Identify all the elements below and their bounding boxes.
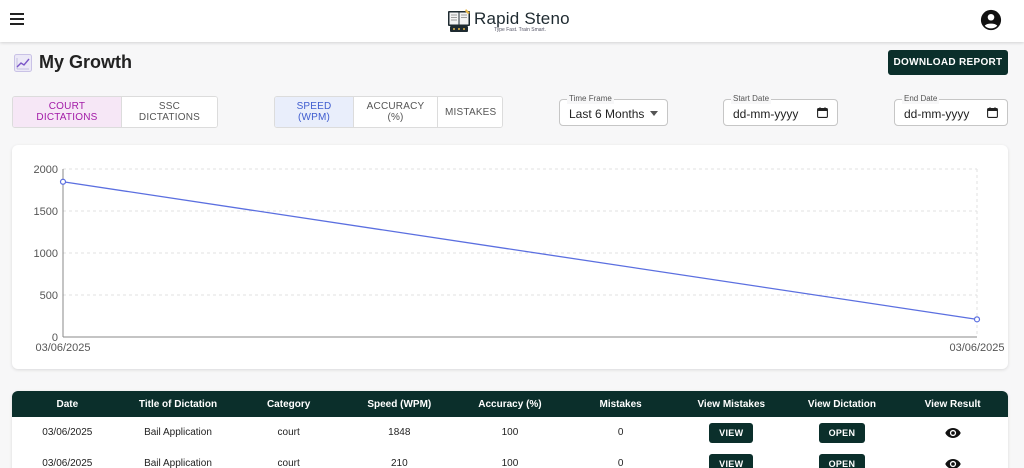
data-point [59, 178, 67, 185]
column-header-title: Title of Dictation [138, 398, 218, 410]
brand-tagline: Type Fast. Train Smart. [494, 26, 546, 33]
data-point [973, 316, 981, 323]
end-date-field[interactable]: End Date dd-mm-yyyy [894, 94, 1008, 126]
column-header-view-dictation: View Dictation [807, 398, 876, 410]
book-typewriter-logo-icon [448, 9, 470, 32]
view-mistakes-button[interactable]: VIEW [709, 422, 754, 443]
cell-mistakes: 0 [617, 427, 624, 438]
cell-date: 03/06/2025 [42, 427, 93, 438]
cell-title: Bail Application [144, 427, 212, 438]
cell-mistakes: 0 [617, 458, 624, 468]
y-tick-label: 1000 [34, 248, 58, 260]
y-tick-label: 2000 [34, 164, 58, 176]
chart-line-icon [14, 53, 32, 72]
tab-accuracy[interactable]: ACCURACY (%) [354, 97, 438, 127]
growth-chart-card: 0 500 1000 1500 2000 03/06/2025 03/06/2025 [12, 145, 1008, 369]
top-app-bar: Rapid Steno Type Fast. Train Smart. [0, 0, 1024, 42]
y-tick-label: 1500 [34, 206, 58, 218]
account-circle-icon[interactable] [980, 9, 1002, 31]
open-dictation-button[interactable]: OPEN [818, 453, 866, 468]
table-header-row: Date Title of Dictation Category Speed (… [12, 391, 1008, 417]
column-header-accuracy: Accuracy (%) [478, 398, 542, 410]
dropdown-arrow-icon [650, 111, 658, 116]
cell-category: court [277, 458, 300, 468]
cell-category: court [277, 427, 300, 438]
tab-mistakes[interactable]: MISTAKES [438, 97, 502, 127]
view-mistakes-button[interactable]: VIEW [709, 453, 754, 468]
x-tick-label: 03/06/2025 [949, 342, 1004, 354]
dictation-type-toggle: COURT DICTATIONS SSC DICTATIONS [12, 96, 218, 128]
open-dictation-button[interactable]: OPEN [818, 422, 866, 443]
eye-icon[interactable] [944, 427, 961, 439]
start-date-label: Start Date [731, 94, 772, 104]
page-title: My Growth [39, 52, 132, 72]
eye-icon[interactable] [944, 458, 961, 468]
cell-speed: 210 [390, 458, 408, 468]
column-header-category: Category [266, 398, 311, 410]
column-header-speed: Speed (WPM) [367, 398, 432, 410]
tab-court-dictations[interactable]: COURT DICTATIONS [13, 97, 122, 127]
column-header-mistakes: Mistakes [599, 398, 642, 410]
time-frame-value: Last 6 Months [569, 107, 645, 121]
y-tick-label: 500 [40, 290, 58, 302]
cell-title: Bail Application [144, 458, 212, 468]
table-row: 03/06/2025 Bail Application court 1848 1… [12, 417, 1008, 448]
start-date-field[interactable]: Start Date dd-mm-yyyy [723, 94, 838, 126]
tab-ssc-dictations[interactable]: SSC DICTATIONS [121, 97, 217, 127]
tab-speed-wpm[interactable]: SPEED (WPM) [275, 97, 355, 127]
time-frame-label: Time Frame [567, 94, 614, 104]
end-date-label: End Date [902, 94, 940, 104]
brand-name: Rapid Steno [474, 8, 570, 28]
calendar-icon[interactable] [817, 107, 828, 118]
cell-accuracy: 100 [501, 458, 519, 468]
dictation-history-table: Date Title of Dictation Category Speed (… [12, 391, 1008, 468]
brand-logo[interactable]: Rapid Steno Type Fast. Train Smart. [446, 7, 570, 35]
download-report-button[interactable]: DOWNLOAD REPORT [888, 50, 1008, 75]
cell-speed: 1848 [388, 427, 411, 438]
column-header-view-mistakes: View Mistakes [697, 398, 766, 410]
cell-date: 03/06/2025 [42, 458, 93, 468]
end-date-value: dd-mm-yyyy [904, 107, 970, 121]
time-frame-select[interactable]: Time Frame Last 6 Months [559, 94, 668, 126]
page-title-row: My Growth [14, 52, 132, 73]
calendar-icon[interactable] [987, 107, 998, 118]
speed-line-chart: 050010001500200003/06/2025 03/06/2025 [34, 164, 1005, 354]
metric-toggle: SPEED (WPM) ACCURACY (%) MISTAKES [274, 96, 503, 128]
table-row: 03/06/2025 Bail Application court 210 10… [12, 448, 1008, 468]
series-line [62, 181, 978, 321]
column-header-date: Date [56, 398, 79, 410]
x-tick-label: 03/06/2025 [35, 342, 90, 354]
cell-accuracy: 100 [501, 427, 519, 438]
hamburger-menu-icon[interactable] [10, 13, 24, 25]
column-header-view-result: View Result [924, 398, 981, 410]
start-date-value: dd-mm-yyyy [733, 107, 799, 121]
